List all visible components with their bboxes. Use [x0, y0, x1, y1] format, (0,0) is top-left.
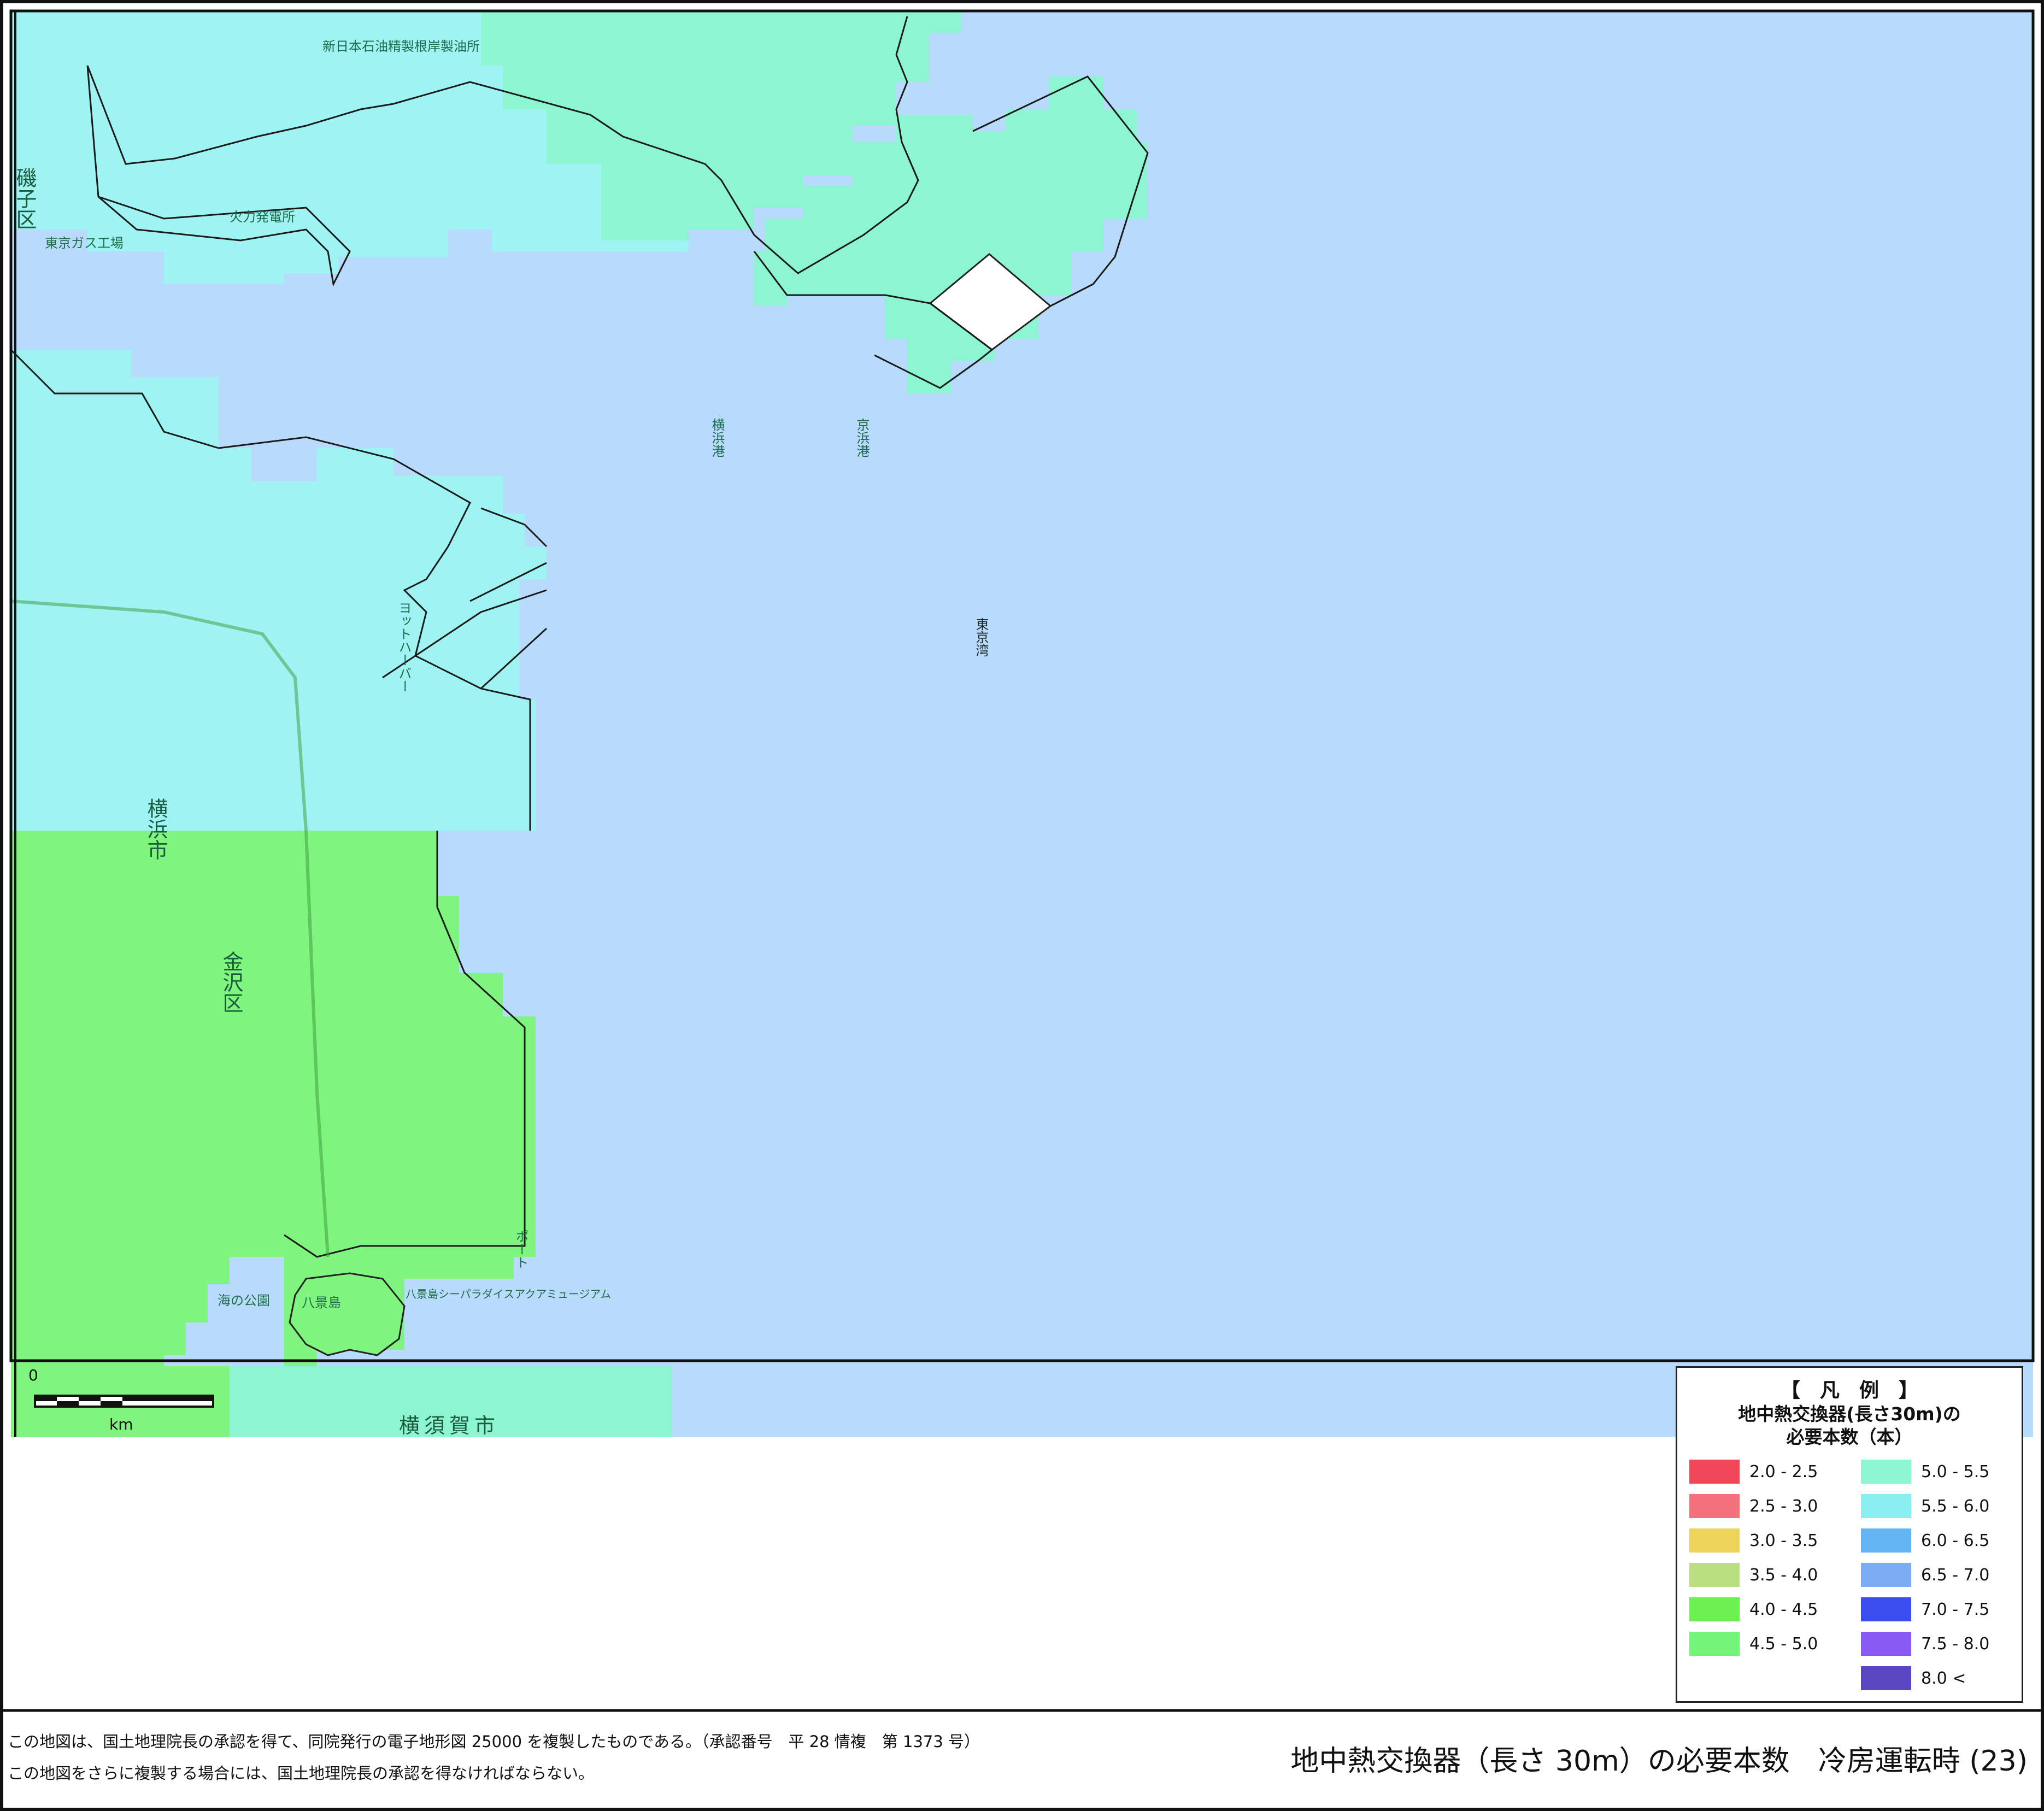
legend-subtitle-1: 地中熱交換器(長さ30m)の: [1738, 1403, 1961, 1425]
legend-label: 5.0 - 5.5: [1921, 1462, 1990, 1481]
place-label-keihin-port: 京浜港: [854, 418, 870, 457]
legend-label: 3.0 - 3.5: [1749, 1531, 1818, 1550]
place-label-port: ポート: [513, 1230, 528, 1269]
map-title: 地中熱交換器（長さ 30m）の必要本数 冷房運転時 (23): [1290, 1745, 2028, 1778]
legend-box: 【 凡 例 】 地中熱交換器(長さ30m)の 必要本数（本） 2.0 - 2.5…: [1676, 1366, 2023, 1703]
legend-item: 5.0 - 5.5: [1861, 1460, 1989, 1484]
legend-swatch: [1689, 1632, 1740, 1656]
legend-item: 5.5 - 6.0: [1861, 1494, 1989, 1518]
legend-swatch: [1689, 1460, 1740, 1484]
map-sheet: 磯子区 金沢区 横浜市 横須賀市 新日本石油精製根岸製油所 東京ガス工場 火力発…: [0, 0, 2044, 1811]
place-label-denryoku: 火力発電所: [230, 209, 295, 225]
legend-item: 7.5 - 8.0: [1861, 1632, 1989, 1656]
legend-label: 6.0 - 6.5: [1921, 1531, 1990, 1550]
place-label-shinnihon: 新日本石油精製根岸製油所: [322, 39, 480, 54]
legend-item: 4.5 - 5.0: [1689, 1632, 1818, 1656]
legend-swatch: [1689, 1494, 1740, 1518]
legend-label: 4.5 - 5.0: [1749, 1634, 1818, 1654]
legend-item: 2.5 - 3.0: [1689, 1494, 1818, 1518]
legend-swatch: [1861, 1494, 1911, 1518]
legend-label: 6.5 - 7.0: [1921, 1565, 1990, 1585]
scale-zero-label: 0: [28, 1366, 38, 1384]
zone-hakkeijima: [289, 1272, 406, 1356]
legend-title: 【 凡 例 】: [1780, 1379, 1918, 1402]
ward-label-isogo: 磯子区: [13, 167, 37, 230]
legend-swatch: [1861, 1597, 1911, 1621]
scale-bar: [34, 1395, 214, 1408]
legend-item: 3.5 - 4.0: [1689, 1563, 1818, 1587]
place-label-tokyogas: 東京ガス工場: [45, 236, 124, 251]
legend-swatch: [1689, 1597, 1740, 1621]
legend-label: 2.0 - 2.5: [1749, 1462, 1818, 1481]
ward-label-kanazawa: 金沢区: [219, 951, 243, 1013]
legend-label: 2.5 - 3.0: [1749, 1496, 1818, 1516]
legend-swatch: [1689, 1528, 1740, 1553]
legend-swatch: [1861, 1666, 1911, 1690]
place-label-tokyo-bay: 東京湾: [973, 618, 989, 657]
place-label-marina: ヨットハーバー: [396, 601, 412, 693]
legend-item: 6.5 - 7.0: [1861, 1563, 1989, 1587]
legend-label: 5.5 - 6.0: [1921, 1496, 1990, 1516]
legend-label: 7.5 - 8.0: [1921, 1634, 1990, 1654]
city-label-yokohama: 横浜市: [144, 798, 168, 860]
place-label-hakkeijima: 八景島: [302, 1295, 341, 1310]
place-label-yokohama-port: 横浜港: [709, 418, 725, 457]
legend-item: 7.0 - 7.5: [1861, 1597, 1989, 1621]
legend-swatch: [1861, 1632, 1911, 1656]
legend-label: 3.5 - 4.0: [1749, 1565, 1818, 1585]
legend-label: 7.0 - 7.5: [1921, 1600, 1990, 1619]
place-label-sea-paradise: 八景島シーパラダイスアクアミュージアム: [406, 1287, 611, 1301]
legend-swatch: [1689, 1563, 1740, 1587]
footer-reproduction-note: この地図をさらに複製する場合には、国土地理院長の承認を得なければならない。: [8, 1764, 595, 1783]
legend-label: 4.0 - 4.5: [1749, 1600, 1818, 1619]
legend-swatch: [1861, 1528, 1911, 1553]
city-label-yokosuka: 横須賀市: [399, 1414, 500, 1438]
legend-label: 8.0 <: [1921, 1668, 1966, 1688]
footer-copyright-note: この地図は、国土地理院長の承認を得て、同院発行の電子地形図 25000 を複製し…: [8, 1732, 980, 1751]
legend-item: 4.0 - 4.5: [1689, 1597, 1818, 1621]
legend-subtitle-2: 必要本数（本）: [1786, 1426, 1913, 1448]
legend-item: 2.0 - 2.5: [1689, 1460, 1818, 1484]
place-label-uminokoen: 海の公園: [218, 1293, 270, 1308]
legend-item: 8.0 <: [1861, 1666, 1966, 1690]
legend-swatch: [1861, 1460, 1911, 1484]
scale-unit-label: km: [109, 1415, 133, 1433]
legend-swatch: [1861, 1563, 1911, 1587]
legend-item: 6.0 - 6.5: [1861, 1528, 1989, 1553]
legend-item: 3.0 - 3.5: [1689, 1528, 1818, 1553]
